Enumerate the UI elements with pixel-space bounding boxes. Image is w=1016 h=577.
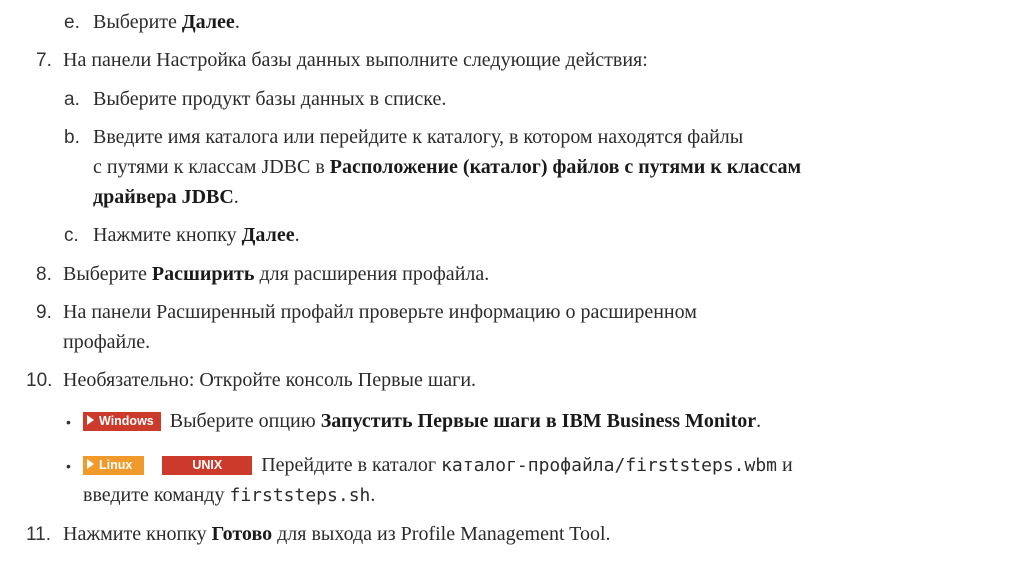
step-11-text: Нажмите кнопку Готово для выхода из Prof… [63, 523, 611, 545]
step-number: 11. [26, 524, 52, 545]
bullet-linux-line1: Linux UNIX Перейдите в каталог каталог-пр… [83, 453, 793, 478]
windows-platform-tag: Windows [83, 412, 161, 431]
bullet-dot: • [66, 458, 71, 474]
step-marker: e. [64, 12, 80, 33]
linux-platform-tag: Linux [83, 456, 145, 475]
step-7-text: На панели Настройка базы данных выполнит… [63, 49, 648, 71]
bullet-dot: • [66, 414, 71, 430]
step-9-line2: профайле. [63, 331, 151, 353]
bullet-linux-line2: введите команду firststeps.sh. [83, 484, 376, 506]
step-7b-line2: с путями к классам JDBC в Расположение (… [93, 156, 802, 178]
step-number: 8. [36, 264, 52, 285]
step-8-text: Выберите Расширить для расширения профай… [63, 263, 490, 285]
step-number: 7. [36, 50, 52, 71]
step-marker: c. [64, 225, 79, 246]
step-number: 9. [36, 302, 52, 323]
step-7a-text: Выберите продукт базы данных в списке. [93, 88, 447, 110]
step-7c-text: Нажмите кнопку Далее. [93, 224, 300, 246]
arrow-icon [87, 459, 94, 469]
step-number: 10. [26, 370, 53, 391]
bullet-windows-text: Windows Выберите опцию Запустить Первые … [83, 409, 761, 433]
step-7b-line1: Введите имя каталога или перейдите к кат… [93, 126, 744, 148]
step-10-text: Необязательно: Откройте консоль Первые ш… [63, 369, 477, 391]
unix-platform-tag: UNIX [162, 456, 253, 475]
step-marker: a. [64, 89, 80, 110]
step-6e-text: Выберите Далее. [93, 11, 240, 33]
arrow-icon [87, 415, 94, 425]
step-marker: b. [64, 127, 80, 148]
step-7b-line3: драйвера JDBC. [93, 186, 239, 208]
step-9-line1: На панели Расширенный профайл проверьте … [63, 301, 697, 323]
